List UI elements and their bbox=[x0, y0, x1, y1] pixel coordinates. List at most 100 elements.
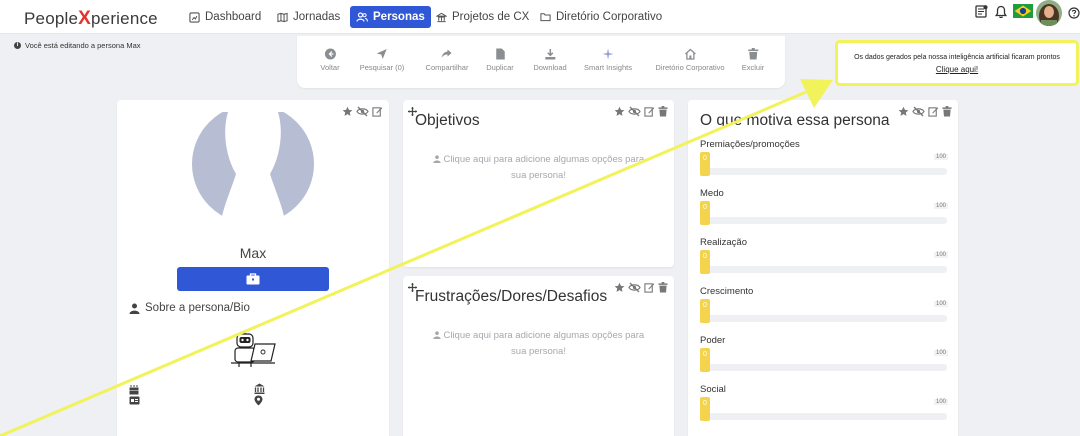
ai-data-ready-notice: Os dados gerados pela nossa inteligência… bbox=[835, 40, 1079, 86]
motivation-label: Premiações/promoções bbox=[700, 139, 800, 150]
edit-icon[interactable] bbox=[928, 106, 939, 117]
objetivos-empty-message[interactable]: Clique aqui para adicione algumas opções… bbox=[403, 152, 674, 184]
motivation-slider-handle[interactable]: 0 bbox=[700, 299, 710, 323]
brand-logo[interactable]: PeopleXperience bbox=[24, 8, 158, 30]
motivation-slider-track[interactable] bbox=[700, 266, 947, 273]
motivation-label: Medo bbox=[700, 188, 724, 199]
folder-icon bbox=[540, 13, 551, 22]
home-icon bbox=[684, 48, 696, 60]
motivacao-title: O que motiva essa persona bbox=[700, 112, 890, 129]
trash-icon[interactable] bbox=[658, 106, 668, 117]
send-icon bbox=[376, 49, 387, 59]
trash-icon bbox=[747, 48, 758, 60]
motivation-slider-track[interactable] bbox=[700, 364, 947, 371]
map-icon bbox=[277, 12, 288, 22]
nav-dashboard[interactable]: Dashboard bbox=[183, 6, 267, 28]
card-actions bbox=[342, 106, 383, 117]
card-actions bbox=[614, 106, 668, 117]
motivation-max: 100 bbox=[933, 154, 948, 160]
smart-insights-button[interactable]: Smart Insights bbox=[584, 48, 632, 72]
frustracoes-title: Frustrações/Dores/Desafios bbox=[415, 288, 608, 305]
voltar-button[interactable]: Voltar bbox=[320, 48, 340, 72]
motivation-max: 100 bbox=[933, 203, 948, 209]
frustracoes-card[interactable]: Frustrações/Dores/Desafios Clique aqui p… bbox=[403, 276, 674, 436]
motivation-label: Poder bbox=[700, 335, 726, 346]
news-icon[interactable] bbox=[975, 5, 988, 19]
trash-icon[interactable] bbox=[942, 106, 952, 117]
robot-laptop-illustration bbox=[231, 331, 276, 367]
download-button[interactable]: Download bbox=[533, 48, 567, 72]
star-icon[interactable] bbox=[342, 106, 353, 117]
objetivos-title: Objetivos bbox=[415, 112, 480, 129]
diretorio-corporativo-button[interactable]: Diretório Corporativo bbox=[655, 48, 725, 72]
motivation-slider-handle[interactable]: 0 bbox=[700, 250, 710, 274]
motivation-label: Crescimento bbox=[700, 286, 754, 297]
motivation-slider-handle[interactable]: 0 bbox=[700, 348, 710, 372]
editing-notice: i Você está editando a persona Max bbox=[14, 41, 141, 50]
motivation-slider-handle[interactable]: 0 bbox=[700, 152, 710, 176]
persona-profile-card: Max Sobre a persona/Bio bbox=[117, 100, 389, 436]
motivation-slider-track[interactable] bbox=[700, 217, 947, 224]
dashboard-icon bbox=[189, 11, 200, 23]
persona-avatar-silhouette bbox=[192, 112, 314, 216]
file-icon bbox=[495, 48, 505, 60]
pesquisar-button[interactable]: Pesquisar (0) bbox=[360, 48, 404, 72]
id-card-icon bbox=[129, 396, 140, 405]
motivation-max: 100 bbox=[933, 252, 948, 258]
eye-slash-icon[interactable] bbox=[628, 106, 641, 117]
birthday-cake-icon bbox=[129, 385, 139, 395]
ai-data-link[interactable]: Clique aqui! bbox=[838, 65, 1076, 74]
user-icon bbox=[433, 331, 441, 339]
persona-bio[interactable]: Sobre a persona/Bio bbox=[129, 302, 250, 314]
bank-icon bbox=[436, 12, 447, 22]
share-icon bbox=[442, 49, 452, 58]
top-navbar: PeopleXperience Dashboard Jornadas Perso… bbox=[0, 0, 1080, 34]
map-pin-icon bbox=[254, 395, 263, 406]
motivation-slider-track[interactable] bbox=[700, 413, 947, 420]
eye-slash-icon[interactable] bbox=[912, 106, 925, 117]
motivation-slider-handle[interactable]: 0 bbox=[700, 397, 710, 421]
eye-slash-icon[interactable] bbox=[356, 106, 369, 117]
persona-toolbar: Voltar Pesquisar (0) Compartilhar Duplic… bbox=[297, 36, 785, 88]
brazil-flag-icon[interactable] bbox=[1013, 4, 1033, 18]
edit-icon[interactable] bbox=[372, 106, 383, 117]
card-actions bbox=[614, 282, 668, 293]
users-icon bbox=[356, 11, 368, 22]
motivation-slider-handle[interactable]: 0 bbox=[700, 201, 710, 225]
nav-diretorio-corporativo[interactable]: Diretório Corporativo bbox=[534, 6, 668, 28]
arrow-left-icon bbox=[324, 48, 336, 60]
edit-icon[interactable] bbox=[644, 106, 655, 117]
star-icon[interactable] bbox=[614, 106, 625, 117]
persona-name: Max bbox=[239, 245, 267, 261]
motivation-max: 100 bbox=[933, 350, 948, 356]
star-icon[interactable] bbox=[898, 106, 909, 117]
motivation-max: 100 bbox=[933, 301, 948, 307]
nav-projetos-cx[interactable]: Projetos de CX bbox=[430, 6, 535, 28]
edit-icon[interactable] bbox=[644, 282, 655, 293]
nav-jornadas[interactable]: Jornadas bbox=[271, 6, 346, 28]
objetivos-card[interactable]: Objetivos Clique aqui para adicione algu… bbox=[403, 100, 674, 267]
bell-icon[interactable] bbox=[995, 5, 1007, 19]
frustracoes-empty-message[interactable]: Clique aqui para adicione algumas opções… bbox=[403, 328, 674, 360]
user-icon bbox=[129, 303, 140, 314]
motivation-slider-track[interactable] bbox=[700, 168, 947, 175]
user-icon bbox=[433, 155, 441, 163]
download-icon bbox=[544, 49, 555, 60]
user-avatar[interactable] bbox=[1036, 0, 1062, 26]
trash-icon[interactable] bbox=[658, 282, 668, 293]
sparkle-icon bbox=[602, 48, 614, 60]
excluir-button[interactable]: Excluir bbox=[742, 48, 764, 72]
motivation-label: Social bbox=[700, 384, 726, 395]
persona-job-button[interactable] bbox=[177, 267, 329, 291]
duplicar-button[interactable]: Duplicar bbox=[486, 48, 514, 72]
compartilhar-button[interactable]: Compartilhar bbox=[426, 48, 468, 72]
help-icon[interactable] bbox=[1068, 7, 1080, 19]
card-actions bbox=[898, 106, 952, 117]
motivation-max: 100 bbox=[933, 399, 948, 405]
eye-slash-icon[interactable] bbox=[628, 282, 641, 293]
star-icon[interactable] bbox=[614, 282, 625, 293]
motivacao-card: O que motiva essa persona Premiações/pro… bbox=[688, 100, 958, 436]
motivation-label: Realização bbox=[700, 237, 747, 248]
nav-personas[interactable]: Personas bbox=[350, 6, 431, 28]
motivation-slider-track[interactable] bbox=[700, 315, 947, 322]
